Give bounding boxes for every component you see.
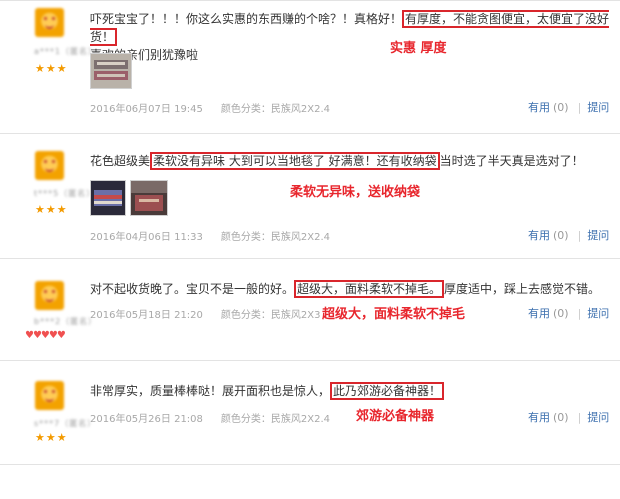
review-text-before: 花色超级美 — [90, 154, 151, 168]
useful-count: (0) — [553, 229, 569, 242]
review-actions: 有用 (0) | 提问 — [528, 229, 610, 242]
review-text-before: 非常厚实，质量棒棒哒！展开面积也是惊人， — [90, 384, 331, 398]
review-actions: 有用 (0) | 提问 — [528, 101, 610, 114]
review-date: 2016年05月18日 21:20 — [90, 310, 203, 321]
annotation-note: 实惠 厚度 — [390, 41, 447, 56]
review-highlight-box: 柔软没有异味 大到可以当地毯了 好满意！还有收纳袋 — [150, 152, 440, 170]
useful-button[interactable]: 有用 — [528, 307, 550, 320]
useful-button[interactable]: 有用 — [528, 411, 550, 424]
category-value: 民族风2X2.4 — [270, 232, 331, 243]
review-text-before: 对不起收货晚了。宝贝不是一般的好。 — [90, 282, 295, 296]
rating-stars: ★★★ — [35, 203, 68, 216]
category-value: 民族风2X2.4 — [270, 104, 331, 115]
review-text-before: 吓死宝宝了！！！你这么实惠的东西赚的个啥？！真格好！ — [90, 12, 403, 26]
review-highlight-box: 此乃郊游必备神器！ — [330, 382, 445, 400]
category-value: 民族风2X3 — [270, 310, 321, 321]
user-avatar[interactable] — [35, 381, 64, 410]
review-text: 对不起收货晚了。宝贝不是一般的好。 超级大，面料柔软不掉毛。 厚度适中，踩上去感觉不… — [90, 280, 615, 298]
review-photo-thumbnail[interactable] — [90, 180, 126, 216]
review-divider — [0, 0, 620, 1]
review-text: 吓死宝宝了！！！你这么实惠的东西赚的个啥？！真格好！ 有厚度，不能贪图便宜，太便宜… — [90, 10, 615, 64]
useful-count: (0) — [553, 101, 569, 114]
review-divider — [0, 360, 620, 361]
review-date: 2016年05月26日 21:08 — [90, 414, 203, 425]
review-actions: 有用 (0) | 提问 — [528, 411, 610, 424]
review-text: 非常厚实，质量棒棒哒！展开面积也是惊人， 此乃郊游必备神器！ — [90, 382, 615, 400]
username: a***1（匿名） — [34, 47, 97, 56]
review-text-after: 厚度适中，踩上去感觉不错。 — [444, 282, 601, 296]
username: b***2（匿名） — [34, 317, 98, 326]
review-photo-thumbnail[interactable] — [90, 53, 132, 89]
ask-question-link[interactable]: 提问 — [587, 229, 609, 242]
review-meta: 2016年05月18日 21:20 颜色分类：民族风2X3 — [90, 306, 320, 321]
useful-count: (0) — [553, 411, 569, 424]
review-text-after: 当时选了半天真是选对了！ — [439, 154, 584, 168]
review-text: 花色超级美 柔软没有异味 大到可以当地毯了 好满意！还有收纳袋 当时选了半天真是选对… — [90, 152, 615, 170]
review-divider — [0, 258, 620, 259]
review-actions: 有用 (0) | 提问 — [528, 307, 610, 320]
review-date: 2016年04月06日 11:33 — [90, 232, 203, 243]
username: s***7（匿名） — [34, 419, 97, 428]
user-avatar[interactable] — [35, 8, 64, 37]
category-label: 颜色分类： — [220, 414, 271, 425]
user-avatar[interactable] — [35, 281, 64, 310]
useful-button[interactable]: 有用 — [528, 101, 550, 114]
category-label: 颜色分类： — [220, 232, 271, 243]
useful-button[interactable]: 有用 — [528, 229, 550, 242]
username: t***5（匿名） — [34, 189, 96, 198]
review-photo-thumbnail[interactable] — [130, 180, 168, 216]
rating-stars: ★★★ — [35, 431, 68, 444]
rating-hearts: ♥♥♥♥♥ — [25, 330, 66, 341]
review-meta: 2016年04月06日 11:33 颜色分类：民族风2X2.4 — [90, 228, 330, 243]
rating-stars: ★★★ — [35, 62, 68, 75]
category-value: 民族风2X2.4 — [270, 414, 331, 425]
useful-count: (0) — [553, 307, 569, 320]
category-label: 颜色分类： — [220, 310, 271, 321]
review-meta: 2016年05月26日 21:08 颜色分类：民族风2X2.4 — [90, 410, 330, 425]
review-highlight-box: 超级大，面料柔软不掉毛。 — [294, 280, 445, 298]
review-divider — [0, 133, 620, 134]
ask-question-link[interactable]: 提问 — [587, 307, 609, 320]
category-label: 颜色分类： — [220, 104, 271, 115]
review-divider — [0, 464, 620, 465]
review-date: 2016年06月07日 19:45 — [90, 104, 203, 115]
annotation-note: 郊游必备神器 — [356, 409, 435, 424]
ask-question-link[interactable]: 提问 — [587, 101, 609, 114]
ask-question-link[interactable]: 提问 — [587, 411, 609, 424]
annotation-note: 柔软无异味，送收纳袋 — [290, 185, 421, 200]
review-meta: 2016年06月07日 19:45 颜色分类：民族风2X2.4 — [90, 100, 330, 115]
user-avatar[interactable] — [35, 151, 64, 180]
annotation-note: 超级大，面料柔软不掉毛 — [322, 307, 466, 322]
